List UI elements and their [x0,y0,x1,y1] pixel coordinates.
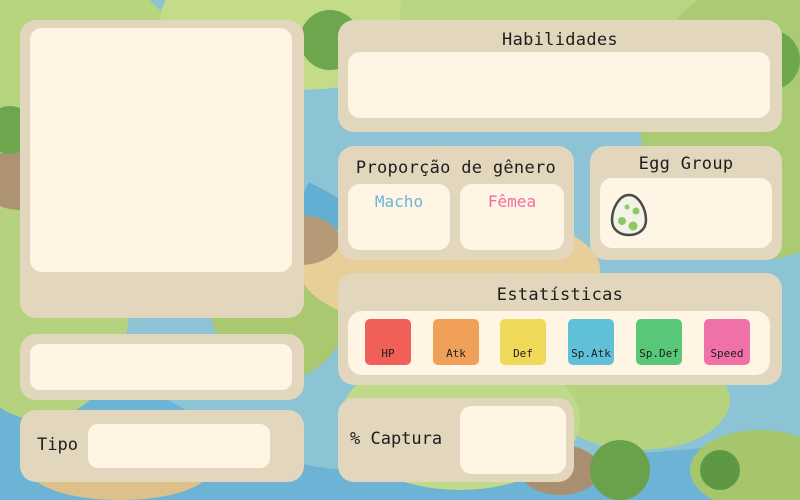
stats-panel: Estatísticas HP Atk Def Sp.Atk Sp.Def Sp… [338,273,782,385]
stats-row: HP Atk Def Sp.Atk Sp.Def Speed [348,311,770,375]
portrait-panel [20,20,304,318]
male-ratio-box: Macho [348,184,450,250]
capture-panel: % Captura [338,398,574,482]
abilities-title: Habilidades [502,30,618,50]
type-field [88,424,270,468]
stat-label: HP [381,347,395,360]
type-panel: Tipo [20,410,304,482]
stat-label: Def [513,347,533,360]
name-field [30,344,292,390]
abilities-panel: Habilidades [338,20,782,132]
type-label: Tipo [37,435,78,455]
portrait-frame [30,28,292,272]
egg-group-panel: Egg Group [590,146,782,260]
capture-label: % Captura [350,429,443,449]
egg-icon [610,193,648,237]
abilities-field [348,52,770,118]
stat-sp-def[interactable]: Sp.Def [636,319,682,365]
stat-atk[interactable]: Atk [433,319,479,365]
stat-label: Speed [710,347,744,360]
stat-sp-atk[interactable]: Sp.Atk [568,319,614,365]
stat-hp[interactable]: HP [365,319,411,365]
female-ratio-box: Fêmea [460,184,564,250]
stat-label: Atk [446,347,466,360]
female-label: Fêmea [487,192,537,211]
gender-ratio-panel: Proporção de gênero Macho Fêmea [338,146,574,260]
stat-speed[interactable]: Speed [704,319,750,365]
stat-label: Sp.Atk [571,347,611,360]
gender-ratio-title: Proporção de gênero [355,158,557,178]
capture-rate-field [460,406,566,474]
male-label: Macho [374,192,424,211]
egg-group-title: Egg Group [638,154,734,174]
stats-title: Estatísticas [496,285,624,305]
stat-label: Sp.Def [639,347,679,360]
stat-def[interactable]: Def [500,319,546,365]
name-panel [20,334,304,400]
